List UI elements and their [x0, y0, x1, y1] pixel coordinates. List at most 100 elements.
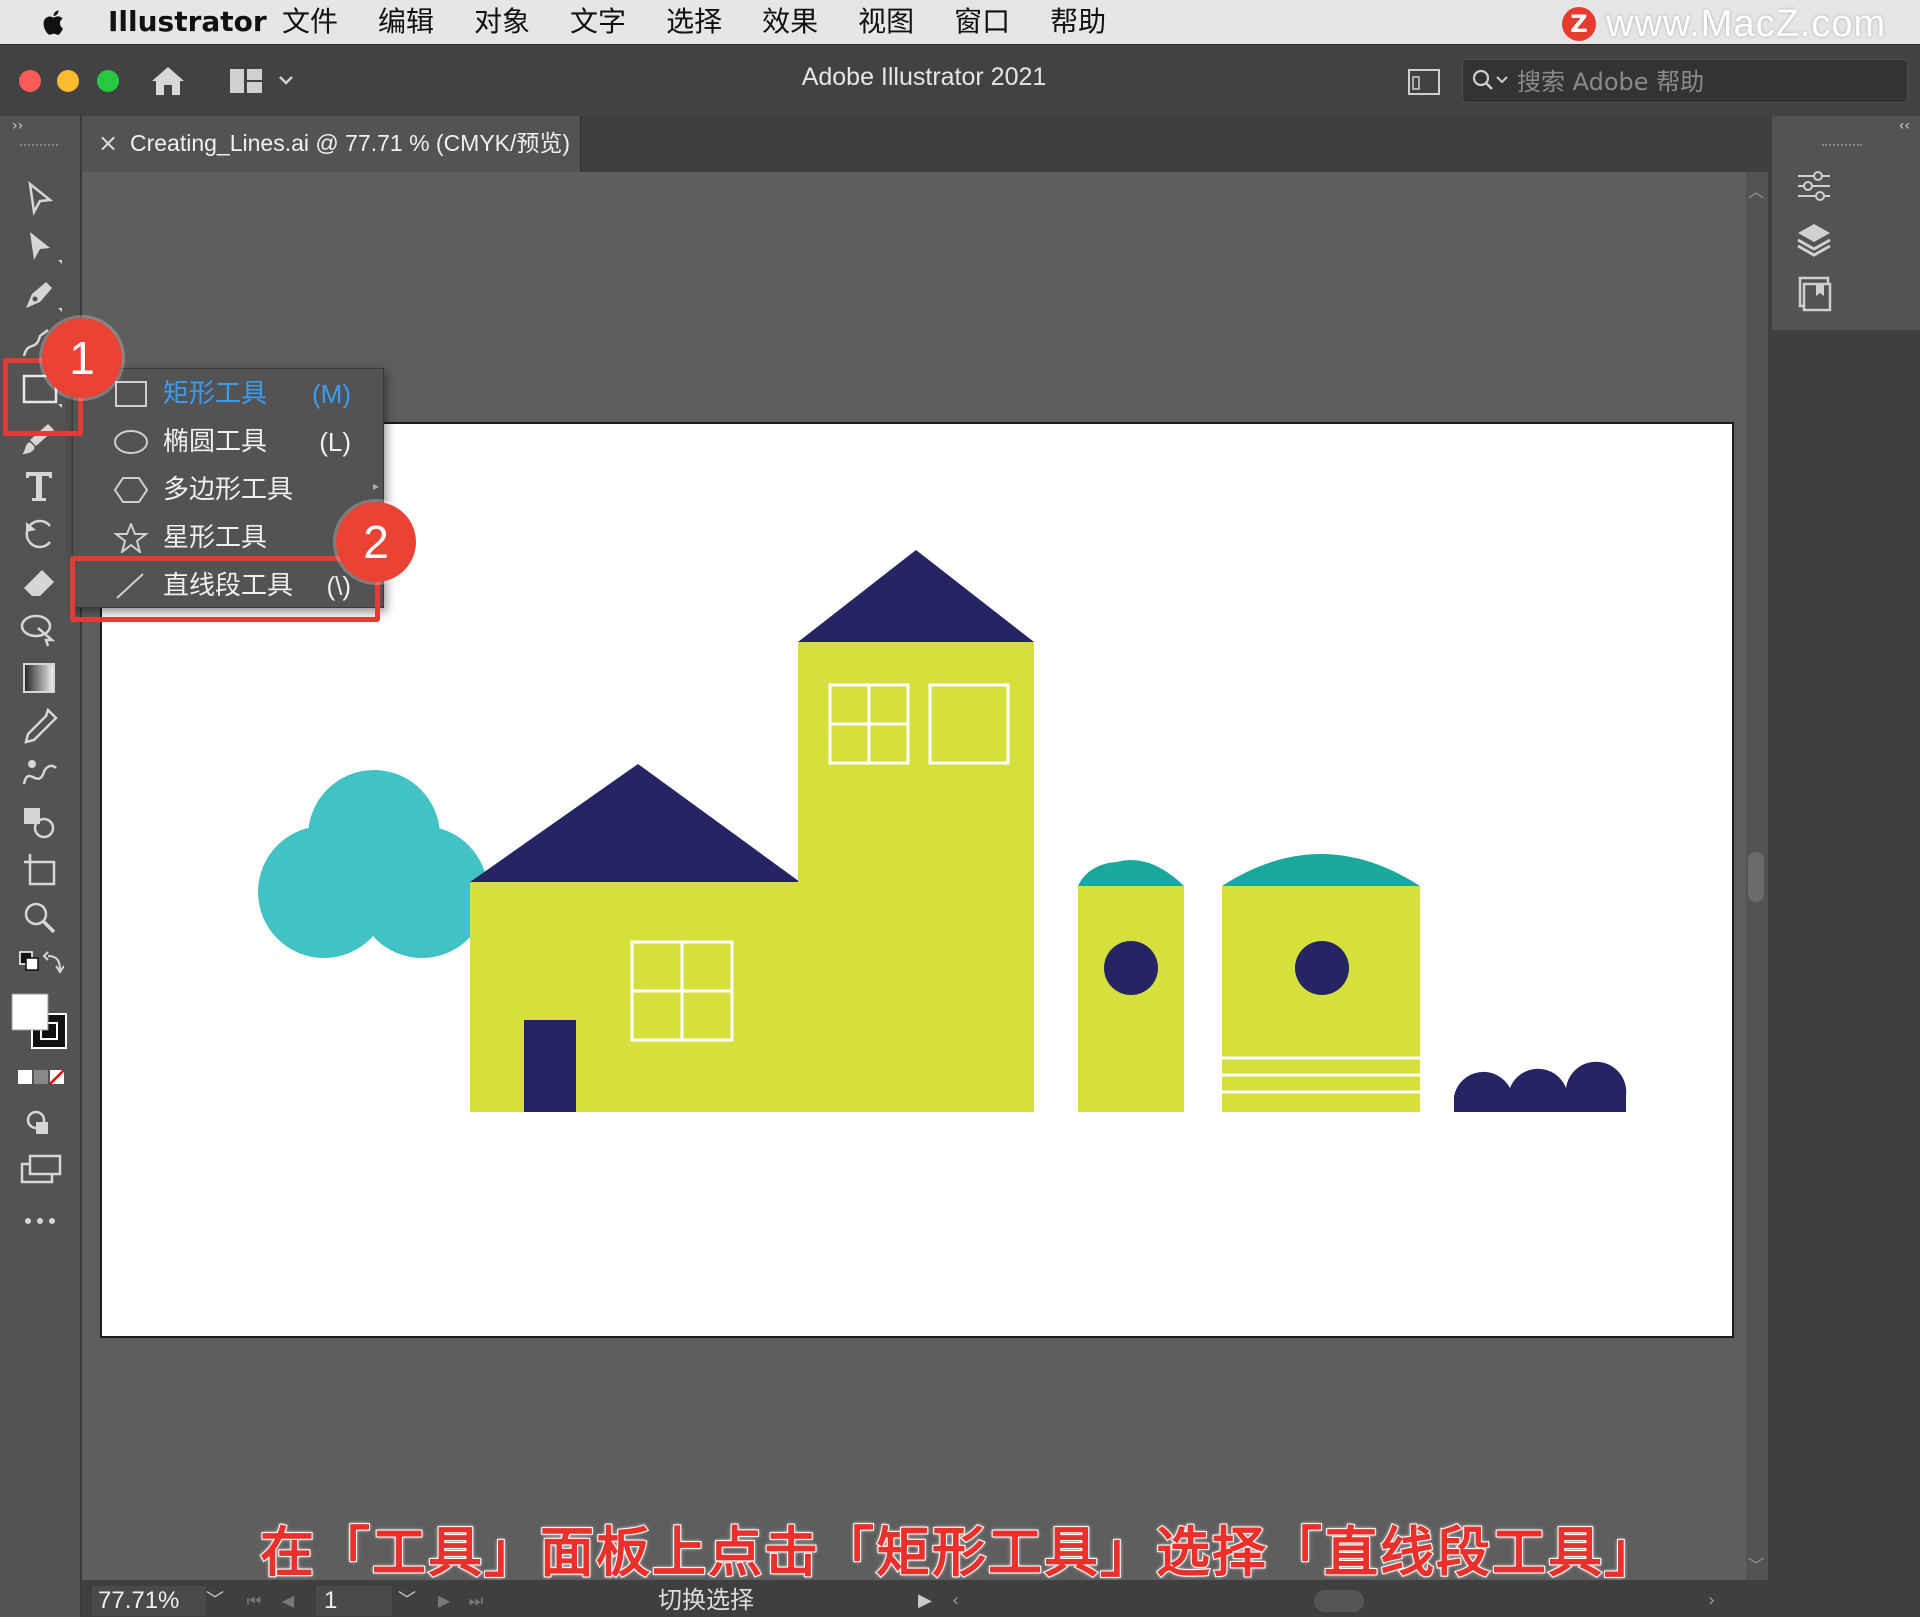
- menu-effect[interactable]: 效果: [762, 4, 818, 40]
- scroll-right-icon[interactable]: ›: [1708, 1586, 1715, 1616]
- vertical-scrollbar[interactable]: ︿ ﹀: [1746, 172, 1766, 1580]
- puppet-warp-icon: [20, 614, 56, 647]
- fill-stroke-swatches[interactable]: [10, 992, 72, 1054]
- shape-builder-tool[interactable]: [18, 802, 64, 842]
- artboard-number-field[interactable]: 1: [316, 1586, 392, 1616]
- selection-tool[interactable]: [18, 178, 64, 218]
- status-text[interactable]: 切换选择: [658, 1584, 754, 1616]
- flyout-item-label: 星形工具: [163, 523, 268, 553]
- type-tool[interactable]: [18, 466, 64, 506]
- next-artboard-icon[interactable]: ▶: [432, 1586, 456, 1616]
- document-tab[interactable]: × Creating_Lines.ai @ 77.71 % (CMYK/预览): [82, 116, 581, 172]
- zoom-magnifier-icon: [24, 902, 56, 934]
- edit-toolbar-button[interactable]: [18, 1208, 64, 1234]
- menu-view[interactable]: 视图: [858, 4, 914, 40]
- flyout-ellipse-tool[interactable]: 椭圆工具 (L): [73, 419, 373, 465]
- menu-help[interactable]: 帮助: [1050, 4, 1106, 40]
- flyout-item-label: 椭圆工具: [163, 427, 268, 457]
- artboard-icon: [24, 854, 56, 886]
- horizontal-scroll-thumb[interactable]: [1314, 1590, 1364, 1612]
- scroll-left-icon[interactable]: ‹: [952, 1586, 959, 1616]
- first-artboard-icon[interactable]: ⏮: [242, 1586, 266, 1616]
- menu-list: 文件 编辑 对象 文字 选择 效果 视图 窗口 帮助: [282, 4, 1146, 40]
- zoom-level-field[interactable]: 77.71%: [92, 1586, 206, 1616]
- scroll-thumb[interactable]: [1748, 852, 1764, 902]
- document-tab-bar: × Creating_Lines.ai @ 77.71 % (CMYK/预览): [82, 116, 1768, 172]
- blend-icon: [22, 760, 57, 785]
- color-mode-buttons[interactable]: [18, 1064, 65, 1092]
- apple-icon[interactable]: [40, 7, 70, 37]
- previous-artboard-icon[interactable]: ◀: [276, 1586, 300, 1616]
- app-menu-illustrator[interactable]: Illustrator: [108, 4, 267, 40]
- tower-shape[interactable]: [798, 550, 1034, 1112]
- document-tab-label: Creating_Lines.ai @ 77.71 % (CMYK/预览): [130, 130, 571, 156]
- pen-icon: [26, 282, 62, 312]
- menu-file[interactable]: 文件: [282, 4, 338, 40]
- gradient-tool[interactable]: [18, 658, 64, 698]
- panel-icons-dock: ‹‹: [1772, 116, 1920, 330]
- toolbar-grip[interactable]: [20, 144, 58, 152]
- blend-tool[interactable]: [18, 754, 64, 794]
- panel-toggle-icon[interactable]: [1408, 69, 1440, 95]
- flyout-polygon-tool[interactable]: 多边形工具: [73, 467, 373, 513]
- collapse-toolbar-icon[interactable]: ››: [12, 118, 23, 134]
- swap-fill-stroke-control[interactable]: [18, 948, 65, 982]
- screen-mode-tool[interactable]: [18, 1152, 64, 1186]
- drawing-mode-icon: [26, 1110, 48, 1134]
- flyout-item-label: 矩形工具: [163, 379, 268, 409]
- collapse-panel-icon[interactable]: ‹‹: [1899, 118, 1910, 134]
- right-panel-dock: ‹‹: [1768, 116, 1920, 1617]
- zoom-tool[interactable]: [18, 898, 64, 938]
- status-menu-arrow-icon[interactable]: ▶: [918, 1586, 932, 1616]
- help-search-box[interactable]: [1462, 59, 1908, 103]
- fill-stroke-icon: [11, 993, 67, 1049]
- libraries-icon[interactable]: [1794, 274, 1834, 314]
- menu-object[interactable]: 对象: [474, 4, 530, 40]
- flyout-star-tool[interactable]: 星形工具: [73, 515, 373, 561]
- flyout-item-label: 多边形工具: [163, 475, 294, 505]
- domed-building-shape[interactable]: [1222, 854, 1420, 1112]
- step-badge-2: 2: [336, 502, 416, 582]
- scroll-up-icon[interactable]: ︿: [1748, 178, 1764, 202]
- watermark-text: www.MacZ.com: [1606, 2, 1887, 45]
- search-icon: [1472, 69, 1508, 90]
- narrow-silo-shape[interactable]: [1078, 860, 1184, 1112]
- artboard-tool[interactable]: [18, 850, 64, 890]
- puppet-warp-tool[interactable]: [18, 610, 64, 650]
- selection-arrow-icon: [28, 181, 54, 216]
- zoom-dropdown-chevron-icon[interactable]: ﹀: [200, 1586, 230, 1616]
- close-tab-icon[interactable]: ×: [98, 128, 118, 158]
- rotate-tool[interactable]: [18, 514, 64, 554]
- menu-window[interactable]: 窗口: [954, 4, 1010, 40]
- flyout-tearoff-arrow-icon[interactable]: ▸: [373, 479, 379, 493]
- menu-edit[interactable]: 编辑: [378, 4, 434, 40]
- screen-mode-icon: [20, 1154, 62, 1184]
- direct-selection-arrow-icon: [30, 232, 62, 264]
- more-dots-icon: [25, 1218, 55, 1224]
- eraser-icon: [24, 570, 54, 596]
- eraser-tool[interactable]: [18, 562, 64, 602]
- pen-tool[interactable]: [18, 274, 64, 314]
- type-t-icon: [26, 472, 52, 501]
- rotate-icon: [25, 519, 51, 549]
- rectangle-icon: [115, 381, 147, 407]
- last-artboard-icon[interactable]: ⏭: [464, 1586, 488, 1616]
- bush-shape[interactable]: [1454, 1061, 1627, 1112]
- properties-sliders-icon[interactable]: [1794, 166, 1834, 206]
- direct-selection-tool[interactable]: [18, 226, 64, 266]
- drawing-mode-tool[interactable]: [18, 1106, 64, 1140]
- app-titlebar: Adobe Illustrator 2021: [0, 44, 1920, 117]
- panel-grip[interactable]: [1822, 144, 1862, 152]
- eyedropper-icon: [24, 707, 58, 744]
- menu-type[interactable]: 文字: [570, 4, 626, 40]
- flyout-rectangle-tool[interactable]: 矩形工具 (M): [73, 371, 373, 417]
- flyout-item-shortcut: (L): [319, 427, 351, 457]
- eyedropper-tool[interactable]: [18, 706, 64, 746]
- highlight-box-line-segment-tool: [70, 556, 380, 622]
- shape-builder-icon: [24, 808, 55, 839]
- layers-icon[interactable]: [1794, 220, 1834, 260]
- artboard-dropdown-chevron-icon[interactable]: ﹀: [392, 1586, 422, 1616]
- search-input[interactable]: [1515, 64, 1899, 100]
- tree-shape[interactable]: [258, 770, 488, 958]
- menu-select[interactable]: 选择: [666, 4, 722, 40]
